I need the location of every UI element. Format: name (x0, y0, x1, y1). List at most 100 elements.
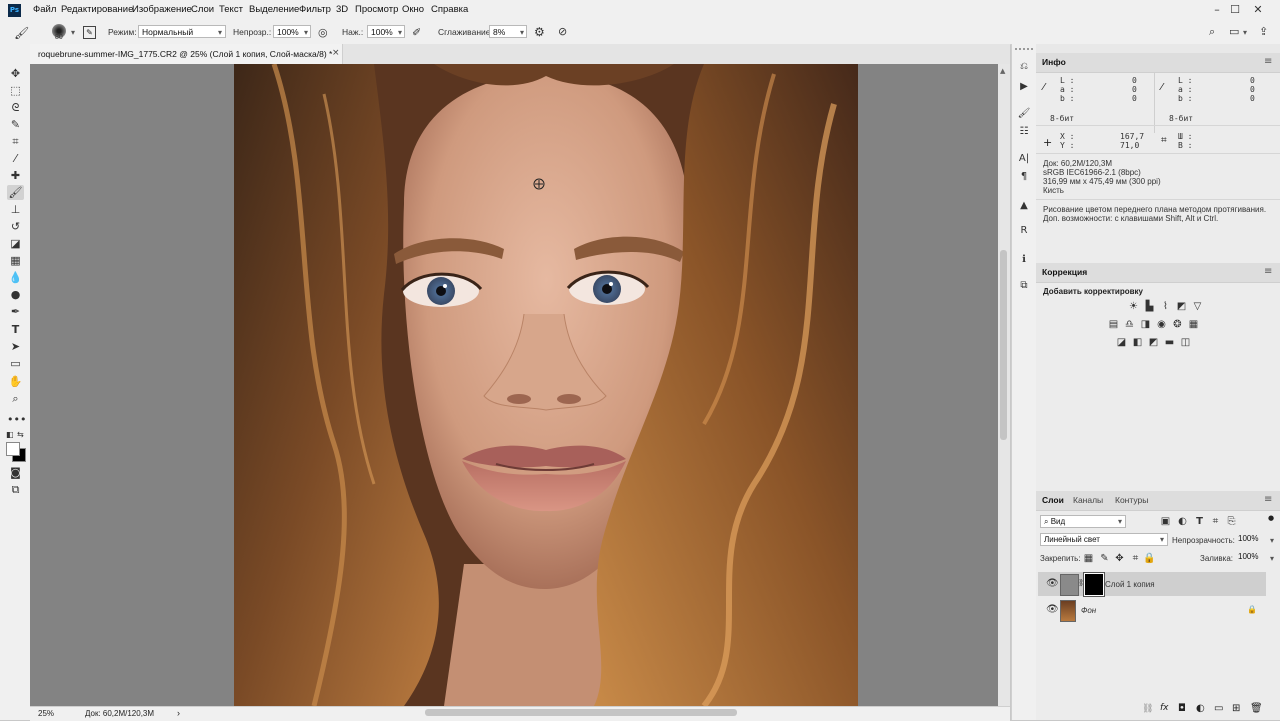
color-lookup-icon[interactable]: ▦ (1187, 319, 1200, 331)
eraser-tool-icon[interactable]: ◪ (7, 236, 24, 251)
color-balance-icon[interactable]: ♎ (1123, 319, 1136, 331)
type-tool-icon[interactable]: T (7, 322, 24, 337)
invert-icon[interactable]: ◪ (1115, 337, 1128, 349)
dodge-tool-icon[interactable]: ● (7, 287, 24, 302)
info-panel-title[interactable]: Инфо (1042, 57, 1066, 67)
lock-position-icon[interactable]: ✥ (1113, 553, 1126, 565)
filter-type-icon[interactable]: T (1193, 516, 1206, 528)
eyedropper-tool-icon[interactable]: ⁄ (7, 151, 24, 166)
libraries-panel-icon[interactable]: ▲ (1017, 199, 1031, 213)
hue-saturation-icon[interactable]: ▤ (1107, 319, 1120, 331)
menu-file[interactable]: Файл (33, 4, 56, 15)
menu-type[interactable]: Текст (219, 4, 243, 15)
menu-view[interactable]: Просмотр (355, 4, 398, 15)
exposure-icon[interactable]: ◩ (1175, 301, 1188, 313)
menu-select[interactable]: Выделение (249, 4, 299, 15)
menu-window[interactable]: Окно (402, 4, 424, 15)
character-panel-icon[interactable]: A| (1017, 152, 1031, 166)
foreground-color-swatch[interactable] (6, 442, 20, 456)
brightness-icon[interactable]: ☀ (1127, 301, 1140, 313)
opacity-input[interactable]: 100% ▾ (273, 25, 311, 38)
menu-edit[interactable]: Редактирование (61, 4, 133, 15)
vertical-scroll-thumb[interactable] (1000, 250, 1007, 440)
layer-mask-thumbnail[interactable] (1083, 572, 1105, 597)
horizontal-scroll-thumb[interactable] (425, 709, 737, 716)
delete-layer-icon[interactable]: 🗑 (1250, 703, 1263, 714)
more-tools-icon[interactable]: ••• (7, 412, 26, 427)
menu-3d[interactable]: 3D (336, 4, 348, 15)
info-panel-icon[interactable]: ℹ (1017, 253, 1031, 267)
new-adjustment-icon[interactable]: ◐ (1196, 703, 1205, 714)
tab-channels[interactable]: Каналы (1073, 495, 1103, 505)
tab-paths[interactable]: Контуры (1115, 495, 1148, 505)
filter-smart-icon[interactable]: ⎘ (1225, 516, 1238, 528)
minimize-icon[interactable]: – (1210, 3, 1224, 17)
blend-mode-select[interactable]: Линейный свет ▾ (1040, 533, 1168, 546)
tab-layers[interactable]: Слои (1042, 495, 1064, 505)
brush-tool-icon[interactable]: 🖌 (7, 185, 24, 200)
panel-menu-icon[interactable]: ≡ (1264, 56, 1272, 67)
menu-help[interactable]: Справка (431, 4, 468, 15)
lasso-tool-icon[interactable]: ᘓ (7, 100, 24, 115)
chevron-down-icon[interactable]: ▾ (1270, 554, 1274, 563)
layer-comps-icon[interactable]: ⧉ (1017, 279, 1031, 293)
close-window-icon[interactable]: ✕ (1251, 3, 1265, 17)
chevron-down-icon[interactable]: ▾ (71, 28, 75, 37)
lock-transparent-icon[interactable]: ▦ (1082, 553, 1095, 565)
properties-panel-icon[interactable]: R (1017, 224, 1031, 238)
pressure-opacity-icon[interactable]: ◎ (318, 26, 328, 39)
brushes-panel-icon[interactable]: 🖌 (1017, 107, 1031, 121)
chevron-down-icon[interactable]: ▾ (1270, 536, 1274, 545)
photo-filter-icon[interactable]: ◉ (1155, 319, 1168, 331)
layer-name[interactable]: Фон (1081, 606, 1096, 615)
layer-row-background[interactable]: 👁 Фон 🔒 (1038, 598, 1266, 622)
fill-input[interactable]: 100% (1235, 551, 1271, 564)
menu-image[interactable]: Изображение (132, 4, 192, 15)
gradient-tool-icon[interactable]: ▦ (7, 253, 24, 268)
symmetry-icon[interactable]: ⊘ (558, 25, 567, 38)
threshold-icon[interactable]: ◩ (1147, 337, 1160, 349)
default-colors-icon[interactable]: ◧ (6, 430, 14, 439)
panel-menu-icon[interactable]: ≡ (1264, 266, 1272, 277)
crop-tool-icon[interactable]: ⌗ (7, 134, 24, 149)
quick-mask-icon[interactable]: ◙ (7, 465, 24, 480)
new-layer-icon[interactable]: ⊞ (1232, 703, 1240, 714)
gear-icon[interactable]: ⚙ (534, 25, 545, 39)
filter-shape-icon[interactable]: ⌗ (1209, 516, 1222, 528)
actions-panel-icon[interactable]: ▶ (1017, 80, 1031, 94)
quick-select-tool-icon[interactable]: ✎ (7, 117, 24, 132)
paragraph-panel-icon[interactable]: ¶ (1017, 170, 1031, 184)
smoothing-input[interactable]: 8% ▾ (489, 25, 527, 38)
vibrance-icon[interactable]: ▽ (1191, 301, 1204, 313)
lock-artboard-icon[interactable]: ⌗ (1129, 553, 1142, 565)
chevron-down-icon[interactable]: ▾ (1243, 28, 1247, 37)
mode-select[interactable]: Нормальный ▾ (138, 25, 226, 38)
correction-panel-title[interactable]: Коррекция (1042, 267, 1087, 277)
menu-layers[interactable]: Слои (191, 4, 214, 15)
maximize-icon[interactable]: ☐ (1228, 3, 1242, 17)
swap-colors-icon[interactable]: ⇆ (17, 430, 24, 439)
menu-filter[interactable]: Фильтр (299, 4, 331, 15)
history-panel-icon[interactable]: ⎌ (1017, 60, 1031, 74)
marquee-tool-icon[interactable]: ⬚ (7, 83, 24, 98)
healing-brush-tool-icon[interactable]: ✚ (7, 168, 24, 183)
posterize-icon[interactable]: ◧ (1131, 337, 1144, 349)
move-tool-icon[interactable]: ✥ (7, 66, 24, 81)
blur-tool-icon[interactable]: 💧 (7, 270, 24, 285)
layer-opacity-input[interactable]: 100% (1235, 533, 1271, 546)
brush-settings-icon[interactable]: ☷ (1017, 125, 1031, 139)
zoom-level[interactable]: 25% (38, 709, 54, 718)
document-tab[interactable]: roquebrune-summer-IMG_1775.CR2 @ 25% (Сл… (30, 44, 343, 64)
new-group-icon[interactable]: ▭ (1214, 703, 1223, 714)
fx-icon[interactable]: fx (1160, 703, 1169, 713)
history-brush-tool-icon[interactable]: ↺ (7, 219, 24, 234)
filter-pixel-icon[interactable]: ▣ (1159, 516, 1172, 528)
status-menu-arrow[interactable]: › (177, 708, 180, 718)
workspace-icon[interactable]: ▭ (1229, 25, 1239, 38)
selective-color-icon[interactable]: ◫ (1179, 337, 1192, 349)
scroll-up-icon[interactable]: ▲ (1000, 67, 1005, 75)
clone-stamp-tool-icon[interactable]: ⊥ (7, 202, 24, 217)
channel-mixer-icon[interactable]: ❂ (1171, 319, 1184, 331)
close-tab-icon[interactable]: × (332, 48, 340, 58)
link-layers-icon[interactable]: ⛓ (1142, 704, 1153, 714)
